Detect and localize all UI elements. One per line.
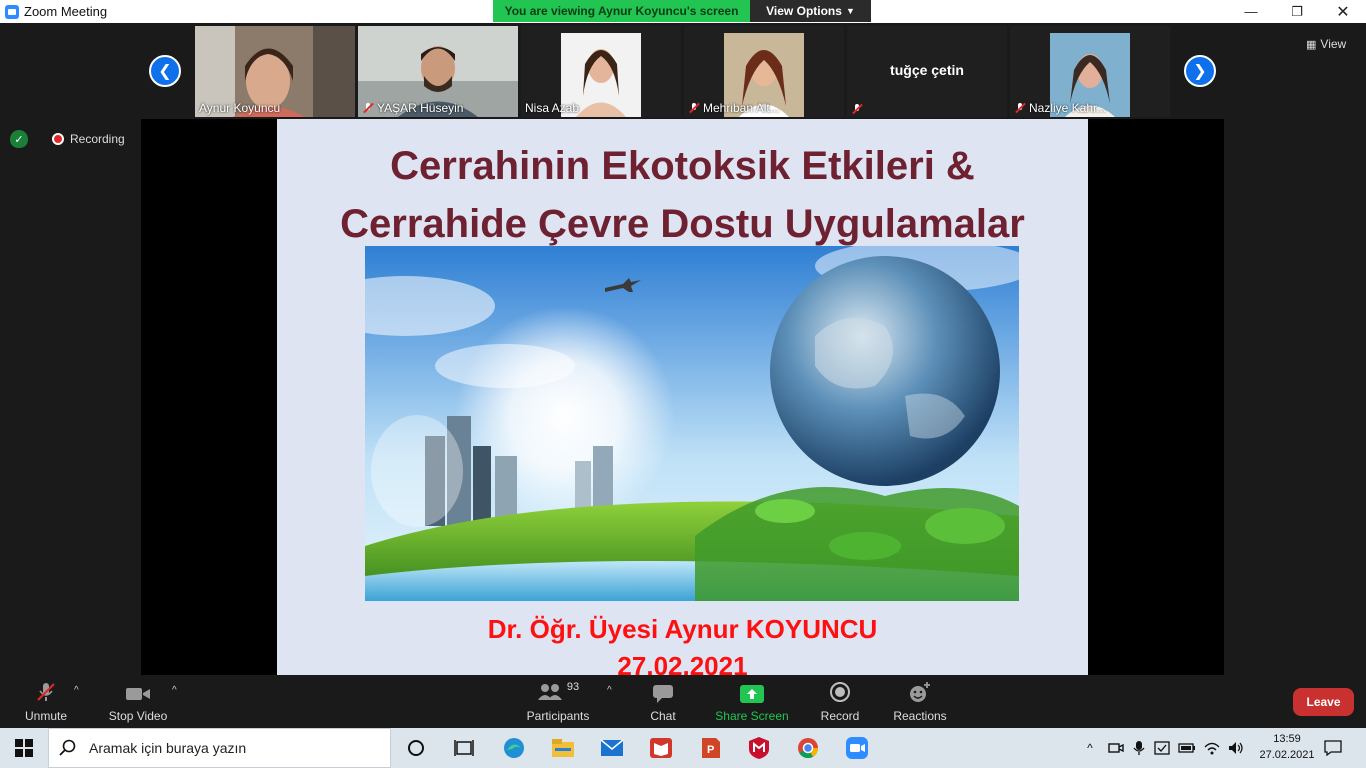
gallery-prev-button[interactable]: ❮ [149,55,181,87]
share-screen-button[interactable]: Share Screen [712,675,792,728]
viewing-screen-text: You are viewing Aynur Koyuncu's screen [493,0,750,22]
leave-button[interactable]: Leave [1293,688,1354,716]
view-label: View [1320,37,1347,51]
video-options-caret-icon[interactable]: ^ [172,685,177,696]
task-view-icon[interactable] [450,734,478,762]
chevron-right-icon: ❯ [1193,63,1207,80]
shield-icon[interactable]: ✓ [10,130,28,148]
chrome-icon[interactable] [794,734,822,762]
participant-name: Nisa Azab [525,101,580,115]
clock-time: 13:59 [1273,733,1301,745]
muted-mic-icon [1014,102,1026,114]
chat-button[interactable]: Chat [640,675,686,728]
microphone-tray-icon[interactable] [1130,728,1148,768]
participants-button[interactable]: 93 Participants [524,675,592,728]
participants-options-caret-icon[interactable]: ^ [607,685,612,696]
slide-title-line-1: Cerrahinin Ekotoksik Etkileri & [390,144,975,188]
stop-video-button[interactable]: Stop Video [106,675,170,728]
volume-icon[interactable] [1226,728,1246,768]
maximize-icon[interactable]: ❐ [1274,0,1320,23]
participant-name: Mehriban Alt... [688,101,780,115]
participants-count: 93 [566,680,580,693]
participant-tile[interactable]: Aynur Koyuncu [195,26,355,117]
window-title: Zoom Meeting [24,4,108,19]
participant-tile[interactable]: tuğçe çetin [847,26,1007,117]
recording-icon [52,133,64,145]
slide-title: Cerrahinin Ekotoksik Etkileri & Cerrahid… [277,137,1088,253]
share-screen-icon [740,684,764,703]
powerpoint-icon[interactable]: P [696,734,724,762]
taskbar-search-box[interactable]: Aramak için buraya yazın [48,728,391,768]
recording-status: ✓ Recording [10,130,125,148]
meeting-toolbar: Unmute ^ Stop Video ^ 93 Participants ^ [0,675,1366,728]
meet-now-icon[interactable] [1106,728,1126,768]
chevron-down-icon: ▼ [845,6,855,16]
slide-title-line-2: Cerrahide Çevre Dostu Uygulamalar [340,202,1025,246]
participant-name [851,103,863,115]
notifications-icon[interactable] [1322,728,1344,768]
view-button[interactable]: ▦ View [1306,35,1350,53]
view-options-label: View Options [766,4,842,18]
windows-logo-icon [15,739,33,757]
start-button[interactable] [0,728,48,768]
wifi-icon[interactable] [1202,728,1222,768]
slide-date: 27.02.2021 [617,651,748,675]
participant-name-center: tuğçe çetin [890,62,964,78]
file-explorer-icon[interactable] [549,734,577,762]
search-icon [59,739,76,756]
edge-browser-icon[interactable] [500,734,528,762]
participant-name: Nazliye Kahr... [1014,101,1106,115]
unmute-button[interactable]: Unmute [18,675,74,728]
participants-label: Participants [526,708,590,723]
svg-text:P: P [707,744,714,756]
slide-image [365,246,1019,601]
muted-mic-icon [851,103,863,115]
clock-date: 27.02.2021 [1259,749,1315,761]
participant-tile[interactable]: Nazliye Kahr... [1010,26,1170,117]
participant-tile[interactable]: Mehriban Alt... [684,26,844,117]
participant-name: YAŞAR Hüseyin [362,101,463,115]
search-placeholder: Aramak için buraya yazın [89,740,247,756]
muted-mic-icon [688,102,700,114]
view-options-button[interactable]: View Options ▼ [750,0,871,22]
slide-author: Dr. Öğr. Üyesi Aynur KOYUNCU [487,614,878,644]
cortana-icon[interactable] [402,734,430,762]
participants-icon [537,683,562,700]
recording-label: Recording [70,132,125,146]
participant-tile[interactable]: Nisa Azab [521,26,681,117]
participant-tile[interactable]: YAŞAR Hüseyin [358,26,518,117]
zoom-app-icon [5,4,19,19]
participant-name: Aynur Koyuncu [199,101,281,115]
viewing-banner: You are viewing Aynur Koyuncu's screen V… [493,0,871,22]
zoom-taskbar-icon[interactable] [843,734,871,762]
taskbar-clock[interactable]: 13:59 27.02.2021 [1256,731,1318,763]
audio-options-caret-icon[interactable]: ^ [74,685,79,696]
share-screen-label: Share Screen [715,708,789,723]
unmute-label: Unmute [24,708,68,723]
presentation-slide: Cerrahinin Ekotoksik Etkileri & Cerrahid… [277,119,1088,675]
chevron-left-icon: ❮ [158,63,172,80]
minimize-icon[interactable]: — [1228,0,1274,23]
record-icon [830,681,850,702]
battery-icon[interactable] [1176,728,1198,768]
reactions-label: Reactions [893,708,947,723]
muted-mic-icon [37,682,55,701]
close-icon[interactable]: ✕ [1320,0,1366,23]
record-button[interactable]: Record [816,675,864,728]
chat-label: Chat [650,708,676,723]
reactions-button[interactable]: Reactions [890,675,950,728]
muted-mic-icon [362,102,374,114]
record-label: Record [820,708,860,723]
tray-expand-icon[interactable]: ^ [1082,728,1098,768]
video-camera-icon [126,687,150,700]
grid-icon: ▦ [1306,38,1317,51]
reader-app-icon[interactable] [647,734,675,762]
mail-icon[interactable] [598,734,626,762]
gallery-next-button[interactable]: ❯ [1184,55,1216,87]
mcafee-icon[interactable] [745,734,773,762]
stop-video-label: Stop Video [108,708,168,723]
chat-icon [653,684,673,703]
reactions-icon [910,681,930,702]
security-tray-icon[interactable] [1152,728,1172,768]
